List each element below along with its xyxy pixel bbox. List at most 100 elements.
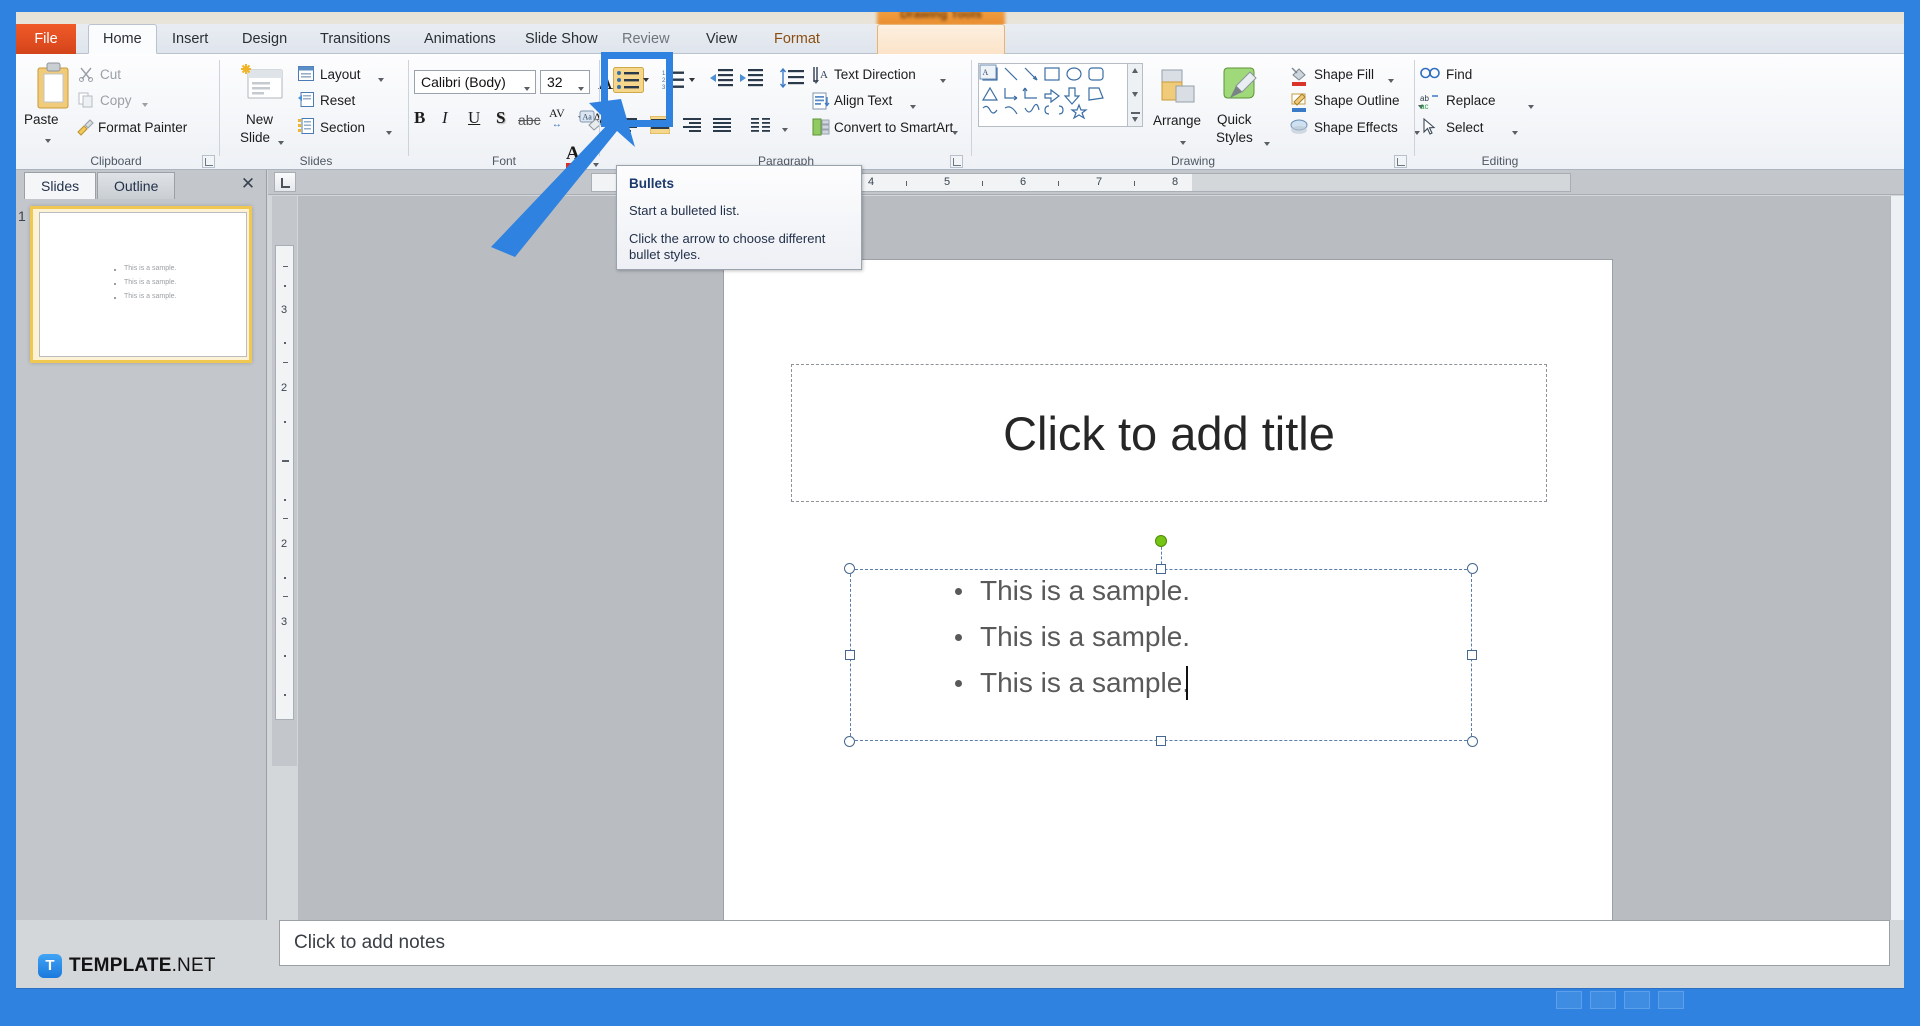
font-size-box[interactable]: 32 — [540, 70, 590, 94]
shapes-gallery[interactable]: A — [978, 63, 1128, 127]
tab-review[interactable]: Review — [608, 24, 684, 54]
find-label[interactable]: Find — [1446, 67, 1472, 82]
resize-handle-middle-right[interactable] — [1467, 650, 1477, 660]
notes-box[interactable]: Click to add notes — [279, 920, 1890, 966]
replace-dropdown-icon[interactable] — [1524, 98, 1534, 113]
resize-handle-top-center[interactable] — [1156, 564, 1166, 574]
shapes-more-arrow-icon[interactable] — [1132, 117, 1138, 122]
new-slide-icon[interactable] — [240, 62, 286, 109]
slide-editing-area[interactable]: Click to add title This is a sample. Thi… — [298, 196, 1904, 920]
align-right-button[interactable] — [682, 116, 702, 137]
pane-tab-outline[interactable]: Outline — [97, 172, 175, 199]
new-slide-dropdown-icon[interactable] — [274, 134, 284, 149]
columns-button[interactable] — [750, 116, 772, 137]
text-direction-label[interactable]: Text Direction — [834, 67, 916, 82]
bullet-text[interactable]: This is a sample. — [980, 575, 1190, 607]
paste-icon[interactable] — [34, 62, 74, 115]
slide-canvas[interactable]: Click to add title This is a sample. Thi… — [724, 260, 1612, 928]
convert-to-smartart-label[interactable]: Convert to SmartArt — [834, 120, 953, 135]
copy-dropdown-icon[interactable] — [138, 96, 148, 111]
tab-view[interactable]: View — [692, 24, 751, 54]
shape-effects-label[interactable]: Shape Effects — [1314, 120, 1398, 135]
shapes-more-icon[interactable] — [1131, 112, 1140, 114]
resize-handle-bottom-left[interactable] — [844, 736, 855, 747]
justify-button[interactable] — [712, 116, 732, 137]
bullet-text[interactable]: This is a sample. — [980, 621, 1190, 653]
replace-label[interactable]: Replace — [1446, 93, 1496, 108]
select-label[interactable]: Select — [1446, 120, 1484, 135]
rotation-handle[interactable] — [1155, 535, 1167, 547]
tab-design[interactable]: Design — [228, 24, 301, 54]
paste-label[interactable]: Paste — [24, 112, 59, 127]
view-slide-show-button[interactable] — [1658, 991, 1684, 1009]
vertical-ruler[interactable]: 3 2 2 3 — [272, 196, 297, 766]
tab-transitions[interactable]: Transitions — [306, 24, 404, 54]
arrange-dropdown-icon[interactable] — [1176, 134, 1186, 149]
font-name-dropdown-icon[interactable] — [520, 80, 530, 95]
title-placeholder[interactable]: Click to add title — [791, 364, 1547, 502]
shape-fill-label[interactable]: Shape Fill — [1314, 67, 1374, 82]
bold-button[interactable]: B — [414, 108, 425, 128]
paste-dropdown-icon[interactable] — [41, 132, 51, 147]
content-text-box[interactable]: This is a sample. This is a sample. This… — [850, 569, 1472, 741]
shape-outline-label[interactable]: Shape Outline — [1314, 93, 1400, 108]
bullet-text[interactable]: This is a sample. — [980, 667, 1190, 699]
clipboard-dialog-launcher[interactable] — [202, 155, 215, 168]
view-normal-button[interactable] — [1556, 991, 1582, 1009]
tab-format[interactable]: Format — [760, 24, 834, 54]
resize-handle-bottom-center[interactable] — [1156, 736, 1166, 746]
reset-label[interactable]: Reset — [320, 93, 355, 108]
tab-stop-selector[interactable] — [274, 172, 296, 192]
increase-indent-button[interactable] — [740, 68, 764, 93]
center-button[interactable] — [650, 116, 670, 137]
tab-home[interactable]: Home — [88, 24, 157, 54]
layout-label[interactable]: Layout — [320, 67, 361, 82]
resize-handle-bottom-right[interactable] — [1467, 736, 1478, 747]
numbering-button[interactable]: 123 — [662, 67, 698, 96]
font-size-dropdown-icon[interactable] — [574, 80, 584, 95]
shapes-scroll-up-icon[interactable] — [1132, 68, 1138, 73]
new-slide-label-line1[interactable]: New — [246, 112, 273, 127]
cut-label[interactable]: Cut — [100, 67, 121, 82]
tab-insert[interactable]: Insert — [158, 24, 222, 54]
align-text-label[interactable]: Align Text — [834, 93, 892, 108]
view-reading-button[interactable] — [1624, 991, 1650, 1009]
shape-effects-dropdown-icon[interactable] — [1410, 124, 1420, 139]
align-text-dropdown-icon[interactable] — [906, 98, 916, 113]
new-slide-label-line2[interactable]: Slide — [240, 130, 270, 145]
quick-styles-dropdown-icon[interactable] — [1260, 135, 1270, 150]
paragraph-dialog-launcher[interactable] — [950, 155, 963, 168]
section-label[interactable]: Section — [320, 120, 365, 135]
resize-handle-middle-left[interactable] — [845, 650, 855, 660]
quick-styles-label-line1[interactable]: Quick — [1217, 112, 1252, 127]
section-dropdown-icon[interactable] — [382, 124, 392, 139]
slide-thumbnail-item[interactable]: This is a sample. This is a sample. This… — [30, 206, 252, 363]
format-painter-label[interactable]: Format Painter — [98, 120, 187, 135]
quick-styles-icon[interactable] — [1220, 66, 1262, 111]
columns-dropdown-icon[interactable] — [778, 121, 788, 136]
quick-styles-label-line2[interactable]: Styles — [1216, 130, 1253, 145]
decrease-indent-button[interactable] — [710, 68, 734, 93]
close-icon[interactable]: ✕ — [239, 176, 257, 194]
shape-fill-dropdown-icon[interactable] — [1384, 72, 1394, 87]
convert-to-smartart-dropdown-icon[interactable] — [948, 124, 958, 139]
line-spacing-button[interactable] — [780, 68, 806, 93]
text-direction-dropdown-icon[interactable] — [936, 72, 946, 87]
resize-handle-top-right[interactable] — [1467, 563, 1478, 574]
font-name-box[interactable]: Calibri (Body) — [414, 70, 536, 94]
drawing-dialog-launcher[interactable] — [1394, 155, 1407, 168]
italic-button[interactable]: I — [442, 108, 448, 128]
arrange-label[interactable]: Arrange — [1153, 113, 1201, 128]
tab-slide-show[interactable]: Slide Show — [511, 24, 612, 54]
vertical-scrollbar[interactable] — [1890, 196, 1904, 920]
tab-file[interactable]: File — [16, 24, 76, 54]
arrange-icon[interactable] — [1160, 68, 1198, 109]
notes-pane[interactable]: Click to add notes — [268, 920, 1904, 954]
layout-dropdown-icon[interactable] — [374, 71, 384, 86]
shapes-scroll-down-icon[interactable] — [1132, 92, 1138, 97]
shapes-gallery-scrollbar[interactable] — [1128, 63, 1143, 127]
view-slide-sorter-button[interactable] — [1590, 991, 1616, 1009]
resize-handle-top-left[interactable] — [844, 563, 855, 574]
bullets-button[interactable] — [613, 67, 651, 96]
slide-thumbnail[interactable]: This is a sample. This is a sample. This… — [39, 212, 247, 357]
